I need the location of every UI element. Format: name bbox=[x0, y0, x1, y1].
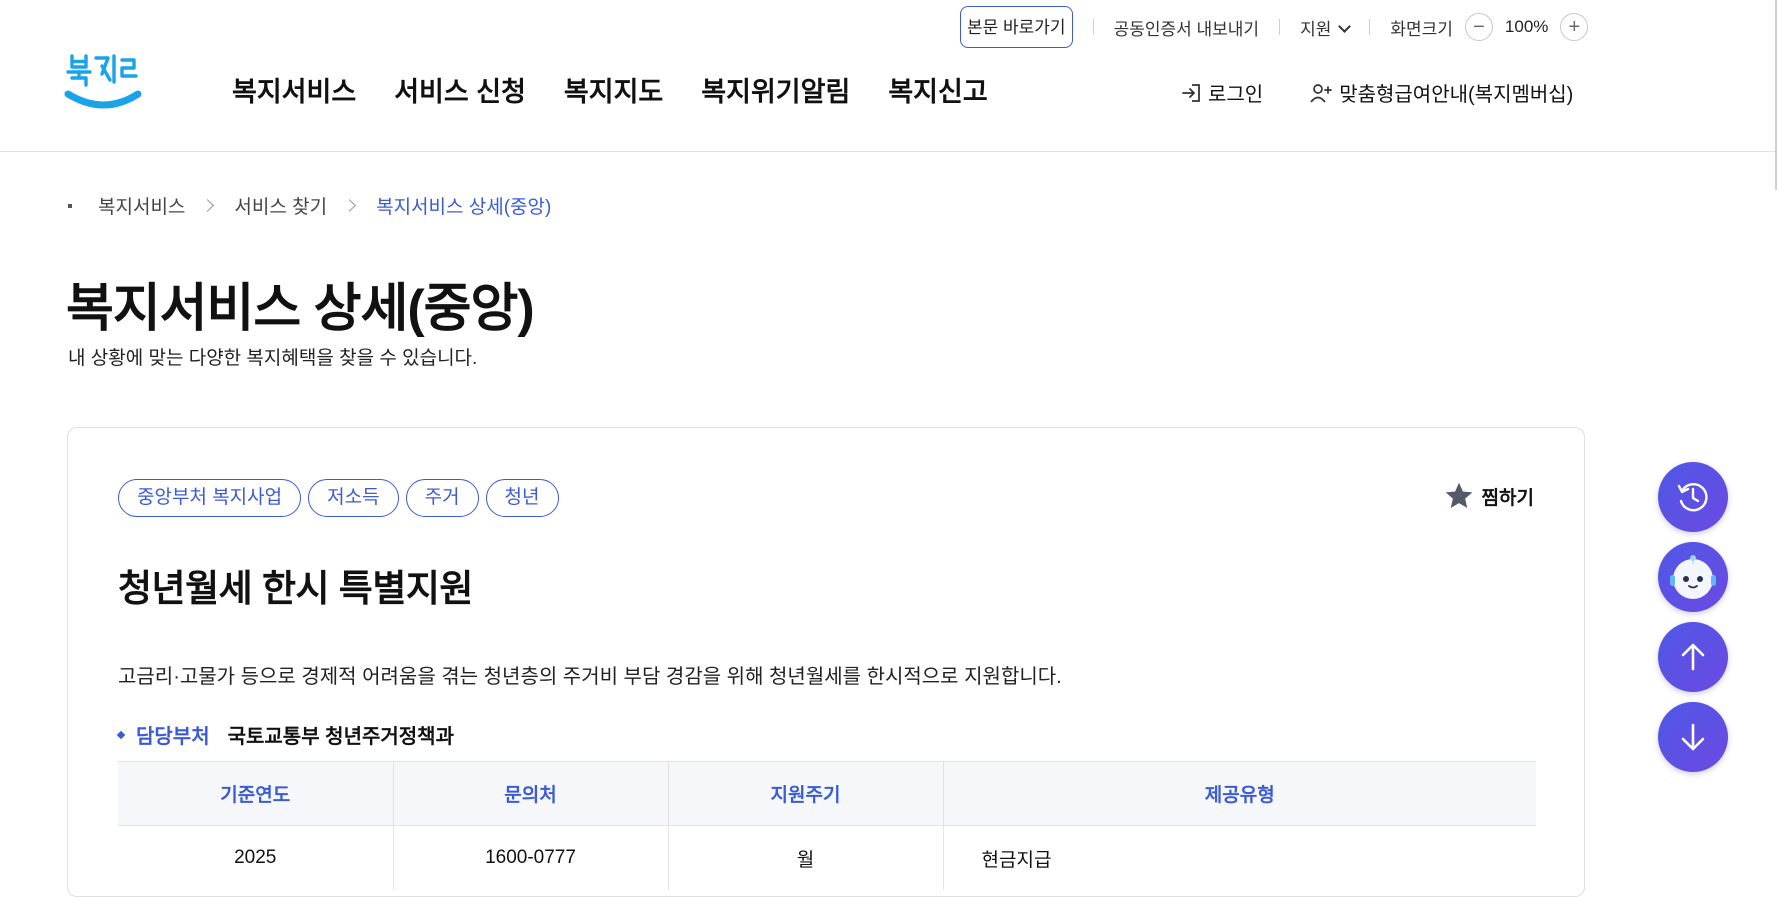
cert-export-link[interactable]: 공동인증서 내보내기 bbox=[1114, 15, 1259, 40]
tag-chip[interactable]: 청년 bbox=[485, 479, 559, 517]
arrow-up-icon bbox=[1681, 643, 1705, 671]
table-row: 2025 1600-0777 월 현금지급 bbox=[118, 825, 1536, 890]
scroll-top-button[interactable] bbox=[1658, 622, 1728, 692]
chevron-right-icon bbox=[201, 199, 215, 212]
logo-mark bbox=[64, 54, 142, 109]
tag-chip[interactable]: 중앙부처 복지사업 bbox=[118, 479, 302, 517]
table-header-row: 기준연도 문의처 지원주기 제공유형 bbox=[118, 761, 1536, 826]
page-title: 복지서비스 상세(중앙) bbox=[66, 280, 535, 338]
service-tags: 중앙부처 복지사업 저소득 주거 청년 bbox=[118, 479, 566, 517]
zoom-value: 100% bbox=[1504, 17, 1549, 36]
nav-welfare-map[interactable]: 복지지도 bbox=[564, 70, 663, 109]
page-subtitle: 내 상황에 맞는 다양한 복지혜택을 찾을 수 있습니다. bbox=[68, 348, 478, 369]
breadcrumb: 복지서비스 서비스 찾기 복지서비스 상세(중앙) bbox=[68, 192, 551, 219]
department-value: 국토교통부 청년주거정책과 bbox=[227, 726, 454, 748]
floating-quick-menu bbox=[1658, 462, 1728, 782]
tag-chip[interactable]: 주거 bbox=[405, 479, 479, 517]
login-icon bbox=[1182, 83, 1200, 102]
breadcrumb-current: 복지서비스 상세(중앙) bbox=[376, 197, 552, 218]
nav-service-apply[interactable]: 서비스 신청 bbox=[394, 70, 526, 109]
site-logo[interactable] bbox=[64, 52, 144, 118]
column-header: 제공유형 bbox=[943, 761, 1536, 826]
history-icon bbox=[1677, 483, 1708, 512]
table-cell-year: 2025 bbox=[118, 825, 394, 890]
header-divider bbox=[0, 151, 1777, 152]
service-detail-card: 중앙부처 복지사업 저소득 주거 청년 찜하기 청년월세 한시 특별지원 고금리… bbox=[67, 427, 1585, 897]
breadcrumb-item[interactable]: 서비스 찾기 bbox=[234, 192, 327, 219]
bookmark-button[interactable]: 찜하기 bbox=[1442, 480, 1534, 512]
chatbot-button[interactable] bbox=[1658, 542, 1728, 612]
department-row: 담당부처 국토교통부 청년주거정책과 bbox=[116, 720, 454, 749]
home-bullet-icon bbox=[68, 203, 72, 208]
recent-history-button[interactable] bbox=[1658, 462, 1728, 532]
zoom-out-button[interactable]: − bbox=[1464, 13, 1493, 41]
login-link[interactable]: 로그인 bbox=[1180, 78, 1263, 107]
table-cell-cycle: 월 bbox=[668, 825, 944, 890]
scroll-bottom-button[interactable] bbox=[1658, 702, 1728, 772]
header-user-menu: 로그인 맞춤형급여안내(복지멤버십) bbox=[1180, 78, 1573, 107]
department-label: 담당부처 bbox=[136, 726, 210, 748]
nav-welfare-report[interactable]: 복지신고 bbox=[888, 70, 987, 109]
user-add-icon bbox=[1310, 83, 1333, 103]
chatbot-icon bbox=[1670, 555, 1716, 599]
zoom-in-button[interactable]: + bbox=[1560, 13, 1589, 41]
column-header: 지원주기 bbox=[668, 761, 944, 826]
service-description: 고금리·고물가 등으로 경제적 어려움을 겪는 청년층의 주거비 부담 경감을 … bbox=[118, 666, 1062, 688]
skip-to-content-link[interactable]: 본문 바로가기 bbox=[960, 6, 1073, 48]
column-header: 문의처 bbox=[393, 761, 669, 826]
service-info-table: 기준연도 문의처 지원주기 제공유형 2025 1600-0777 월 현금지급 bbox=[118, 761, 1536, 890]
screen-size-label: 화면크기 bbox=[1390, 19, 1453, 39]
main-nav: 복지서비스 서비스 신청 복지지도 복지위기알림 복지신고 bbox=[232, 70, 1026, 109]
column-header: 기준연도 bbox=[118, 761, 394, 826]
star-icon bbox=[1445, 482, 1472, 508]
chevron-down-icon bbox=[1338, 19, 1352, 33]
divider bbox=[1369, 19, 1371, 35]
support-label: 지원 bbox=[1300, 19, 1332, 39]
divider bbox=[1279, 19, 1281, 35]
table-cell-contact: 1600-0777 bbox=[393, 825, 669, 890]
bookmark-label: 찜하기 bbox=[1481, 487, 1534, 509]
table-cell-type: 현금지급 bbox=[943, 825, 1536, 890]
diamond-bullet-icon bbox=[116, 730, 126, 739]
membership-label: 맞춤형급여안내(복지멤버십) bbox=[1339, 84, 1574, 106]
divider bbox=[1092, 19, 1094, 35]
membership-link[interactable]: 맞춤형급여안내(복지멤버십) bbox=[1309, 78, 1573, 107]
service-title: 청년월세 한시 특별지원 bbox=[118, 568, 473, 609]
nav-welfare-services[interactable]: 복지서비스 bbox=[232, 70, 356, 109]
support-menu[interactable]: 지원 bbox=[1300, 15, 1352, 40]
login-label: 로그인 bbox=[1208, 84, 1264, 106]
tag-chip[interactable]: 저소득 bbox=[308, 479, 399, 517]
utility-bar: 본문 바로가기 공동인증서 내보내기 지원 화면크기 − 100% + bbox=[960, 6, 1589, 48]
nav-crisis-alert[interactable]: 복지위기알림 bbox=[701, 70, 850, 109]
arrow-down-icon bbox=[1681, 723, 1705, 751]
chevron-right-icon bbox=[343, 199, 356, 212]
breadcrumb-item[interactable]: 복지서비스 bbox=[98, 192, 185, 219]
